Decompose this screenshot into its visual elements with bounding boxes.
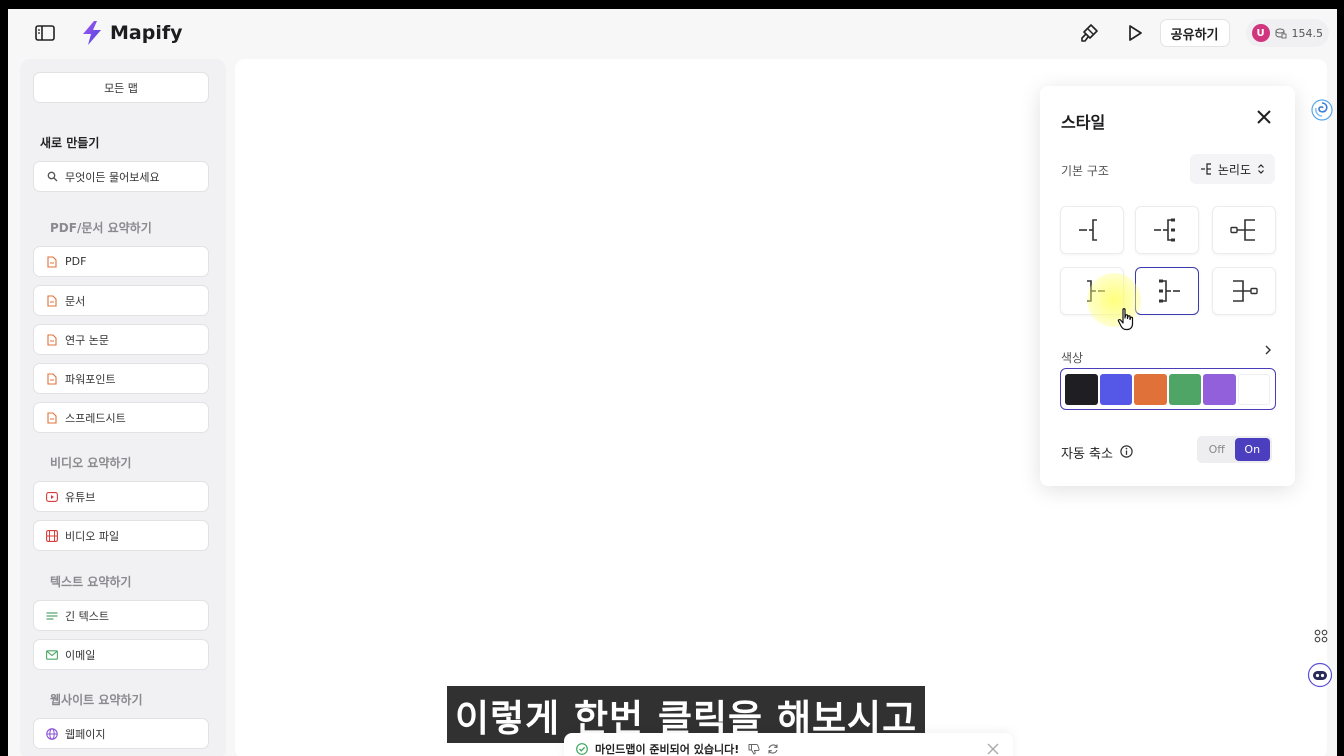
sidebar-item-label: 웹페이지 [65,727,106,741]
close-icon[interactable] [1255,108,1273,126]
play-icon[interactable] [1122,20,1148,46]
sidebar-item-label: 긴 텍스트 [65,609,109,623]
lightning-logo-icon [83,21,101,45]
sidebar-toggle-icon[interactable] [34,23,56,43]
file-icon [46,294,58,307]
logic-left-dots-icon [1154,218,1175,242]
style-panel: 스타일 기본 구조 논리도 색상 자동 축소 Off On [1040,86,1295,486]
section-website: 웹사이트 요약하기 [50,693,143,707]
text-lines-icon [46,610,58,622]
avatar: U [1251,24,1270,42]
app-logo[interactable]: Mapify [78,19,183,47]
logic-structure-icon [1200,163,1211,175]
logic-right-dots-icon [1159,279,1180,303]
share-button[interactable]: 공유하기 [1159,19,1230,47]
sidebar-item-label: PDF [65,255,87,268]
logic-left-icon [1079,219,1097,241]
sidebar-item-label: 이메일 [65,648,96,662]
style-panel-title: 스타일 [1061,113,1106,132]
color-label: 색상 [1061,351,1084,365]
grid-icon[interactable] [1310,625,1332,647]
hand-cursor-icon [1117,307,1135,331]
file-icon [46,372,58,385]
top-bar: Mapify 공유하기 U 154.5 [8,9,1337,57]
sidebar-item-spreadsheet[interactable]: 스프레드시트 [33,402,209,433]
section-pdf-docs: PDF/문서 요약하기 [50,221,152,235]
logic-left-box-icon [1230,219,1255,241]
ask-anything-placeholder: 무엇이든 물어보세요 [65,170,160,184]
search-icon [46,171,58,183]
chatbot-icon[interactable] [1306,661,1334,689]
color-swatch[interactable] [1168,373,1201,405]
sidebar-item-powerpoint[interactable]: 파워포인트 [33,363,209,394]
toggle-off[interactable]: Off [1199,438,1235,461]
layout-option-logic-right-box[interactable] [1212,267,1276,315]
sidebar: 모든 맵 새로 만들기 무엇이든 물어보세요 PDF/문서 요약하기 PDF 문… [20,59,226,756]
credit-balance: 154.5 [1291,26,1324,40]
mail-icon [46,649,58,661]
sidebar-item-video-file[interactable]: 비디오 파일 [33,520,209,551]
color-palette[interactable] [1060,368,1276,410]
chevron-right-icon[interactable] [1263,341,1273,355]
auto-collapse-toggle[interactable]: Off On [1197,436,1272,463]
color-swatch[interactable] [1099,373,1132,405]
sidebar-item-label: 연구 논문 [65,333,109,347]
brush-style-icon[interactable] [1076,20,1102,46]
top-right-actions: 공유하기 U 154.5 [1076,19,1337,47]
sidebar-item-label: 문서 [65,294,86,308]
assistant-swirl-icon[interactable] [1311,99,1333,121]
layout-option-logic-left[interactable] [1060,206,1124,254]
sidebar-item-label: 비디오 파일 [65,529,120,543]
sidebar-item-label: 스프레드시트 [65,411,126,425]
account-credits[interactable]: U 154.5 [1245,19,1329,47]
refresh-icon[interactable] [767,743,779,755]
sidebar-item-label: 유튜브 [65,490,96,504]
sidebar-item-long-text[interactable]: 긴 텍스트 [33,600,209,631]
all-maps-label: 모든 맵 [104,81,138,95]
info-icon[interactable] [1120,443,1133,458]
section-video: 비디오 요약하기 [50,456,132,470]
color-swatch[interactable] [1203,373,1236,405]
sidebar-item-pdf[interactable]: PDF [33,246,209,277]
color-swatch[interactable] [1134,373,1167,405]
ask-anything-input[interactable]: 무엇이든 물어보세요 [33,161,209,192]
sidebar-item-document[interactable]: 문서 [33,285,209,316]
layout-option-logic-left-box[interactable] [1212,206,1276,254]
check-circle-icon [576,743,588,755]
youtube-icon [46,491,58,503]
all-maps-button[interactable]: 모든 맵 [33,72,209,103]
color-swatch[interactable] [1237,373,1270,405]
app-window: Mapify 공유하기 U 154.5 모든 맵 새로 만들기 무엇이든 물어보… [8,9,1337,756]
globe-icon [46,727,58,740]
app-name: Mapify [110,22,183,44]
coins-icon [1275,28,1286,39]
toggle-on[interactable]: On [1234,438,1270,461]
file-icon [46,333,58,346]
thumbs-down-icon[interactable] [748,743,760,755]
sidebar-item-label: 파워포인트 [65,372,116,386]
new-heading: 새로 만들기 [40,136,100,150]
toast-message: 마인드맵이 준비되어 있습니다! [595,743,740,756]
color-swatch[interactable] [1065,373,1098,405]
sidebar-item-webpage[interactable]: 웹페이지 [33,718,209,749]
section-text: 텍스트 요약하기 [50,575,132,589]
auto-collapse-label: 자동 축소 [1061,447,1113,462]
layout-option-logic-left-dots[interactable] [1135,206,1199,254]
close-icon[interactable] [987,743,999,755]
structure-label: 기본 구조 [1061,164,1109,178]
file-icon [46,255,58,268]
sidebar-item-research-paper[interactable]: 연구 논문 [33,324,209,355]
ready-toast: 마인드맵이 준비되어 있습니다! [564,733,1013,756]
sidebar-item-youtube[interactable]: 유튜브 [33,481,209,512]
logic-right-box-icon [1233,280,1258,302]
structure-select[interactable]: 논리도 [1189,154,1275,184]
layout-option-logic-right-dots[interactable] [1135,267,1199,315]
structure-value: 논리도 [1217,162,1251,177]
sidebar-item-email[interactable]: 이메일 [33,639,209,670]
updown-chevron-icon [1258,164,1264,174]
file-icon [46,411,58,424]
film-icon [46,529,58,542]
